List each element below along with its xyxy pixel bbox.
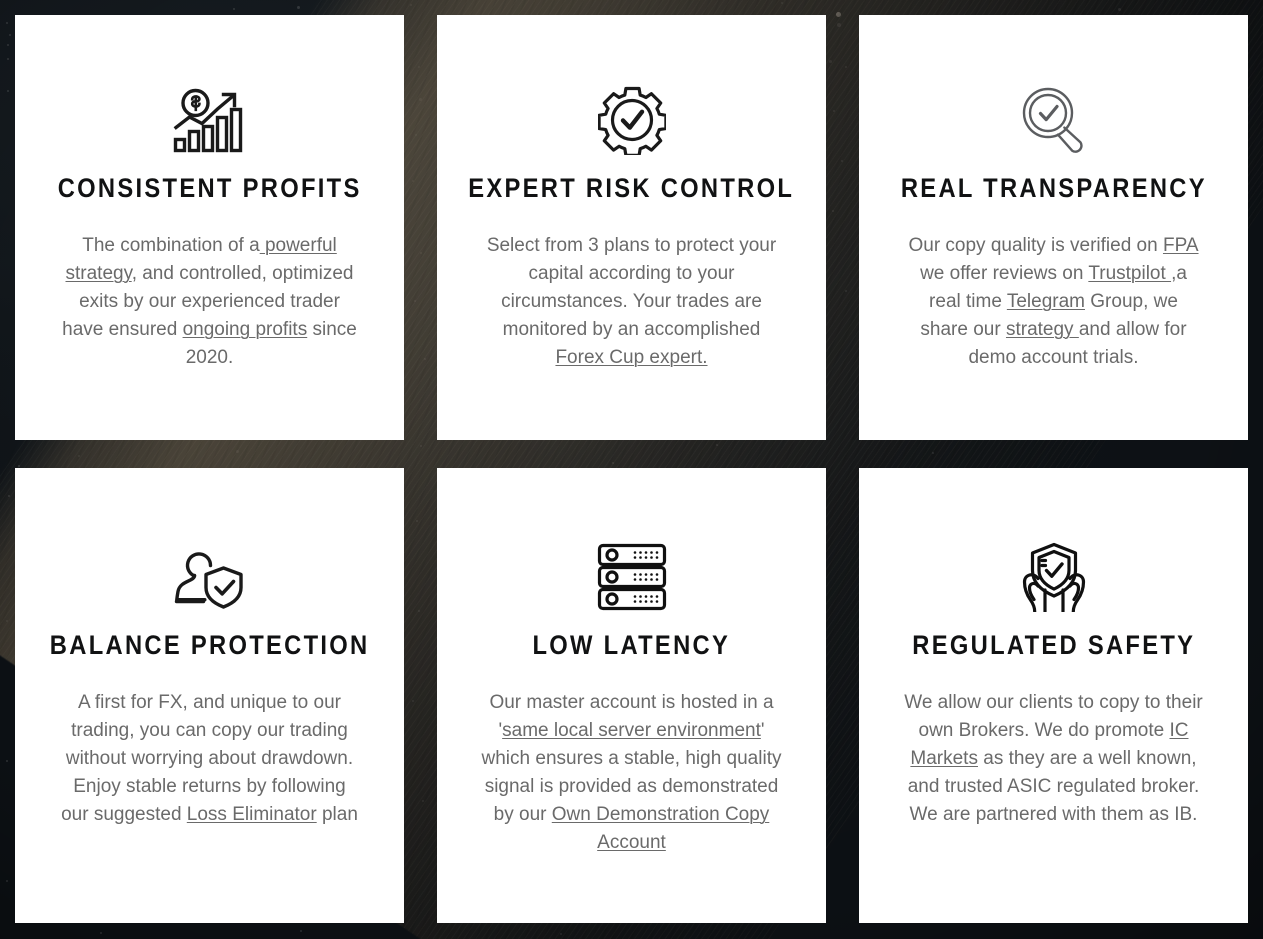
feature-card-link[interactable]: Forex Cup expert. xyxy=(555,347,707,368)
feature-card-link[interactable]: same local server environment xyxy=(502,720,761,741)
feature-card-body: The combination of a powerful strategy, … xyxy=(60,232,360,372)
feature-card-title: EXPERT RISK CONTROL xyxy=(468,173,795,203)
feature-card-text: we offer reviews on xyxy=(920,263,1089,284)
feature-card-title: REGULATED SAFETY xyxy=(911,630,1196,660)
feature-card-title: LOW LATENCY xyxy=(532,630,731,660)
gear-check-icon xyxy=(597,81,666,159)
feature-card-low-latency: LOW LATENCY Our master account is hosted … xyxy=(437,468,826,923)
feature-card-text: The combination of a xyxy=(82,235,260,256)
feature-card-balance-protection: BALANCE PROTECTION A first for FX, and un… xyxy=(15,468,404,923)
feature-card-expert-risk-control: EXPERT RISK CONTROL Select from 3 plans t… xyxy=(437,15,826,440)
feature-card-grid: CONSISTENT PROFITS The combination of a p… xyxy=(15,15,1248,923)
magnifier-check-icon xyxy=(1020,81,1088,159)
feature-card-link[interactable]: Telegram xyxy=(1007,291,1085,312)
feature-card-text: plan xyxy=(316,804,358,825)
user-shield-icon xyxy=(174,538,246,616)
shield-hands-icon xyxy=(1018,538,1090,616)
feature-card-title: BALANCE PROTECTION xyxy=(49,630,370,660)
server-rack-icon xyxy=(597,538,667,616)
feature-card-title: CONSISTENT PROFITS xyxy=(57,173,362,203)
feature-card-consistent-profits: CONSISTENT PROFITS The combination of a p… xyxy=(15,15,404,440)
feature-card-text: Our copy quality is verified on xyxy=(908,235,1163,256)
feature-card-text: Select from 3 plans to protect your capi… xyxy=(486,235,777,340)
feature-card-link[interactable]: Own Demonstration Copy Account xyxy=(552,804,770,853)
feature-card-body: We allow our clients to copy to their ow… xyxy=(904,689,1204,829)
feature-card-link[interactable]: ongoing profits xyxy=(183,319,308,340)
feature-card-link[interactable]: strategy xyxy=(1006,319,1079,340)
feature-card-body: Our copy quality is verified on FPA we o… xyxy=(904,232,1204,372)
feature-card-link[interactable]: Loss Eliminator xyxy=(187,804,317,825)
feature-card-regulated-safety: REGULATED SAFETY We allow our clients to … xyxy=(859,468,1248,923)
feature-card-title: REAL TRANSPARENCY xyxy=(900,173,1207,203)
feature-card-body: A first for FX, and unique to our tradin… xyxy=(60,689,360,829)
feature-card-body: Our master account is hosted in a 'same … xyxy=(482,689,782,857)
growth-chart-icon xyxy=(173,81,247,159)
feature-card-link[interactable]: FPA xyxy=(1163,235,1199,256)
feature-card-real-transparency: REAL TRANSPARENCY Our copy quality is ver… xyxy=(859,15,1248,440)
feature-card-text: We allow our clients to copy to their ow… xyxy=(904,692,1203,741)
feature-card-link[interactable]: Trustpilot xyxy=(1088,263,1171,284)
feature-card-body: Select from 3 plans to protect your capi… xyxy=(482,232,782,372)
